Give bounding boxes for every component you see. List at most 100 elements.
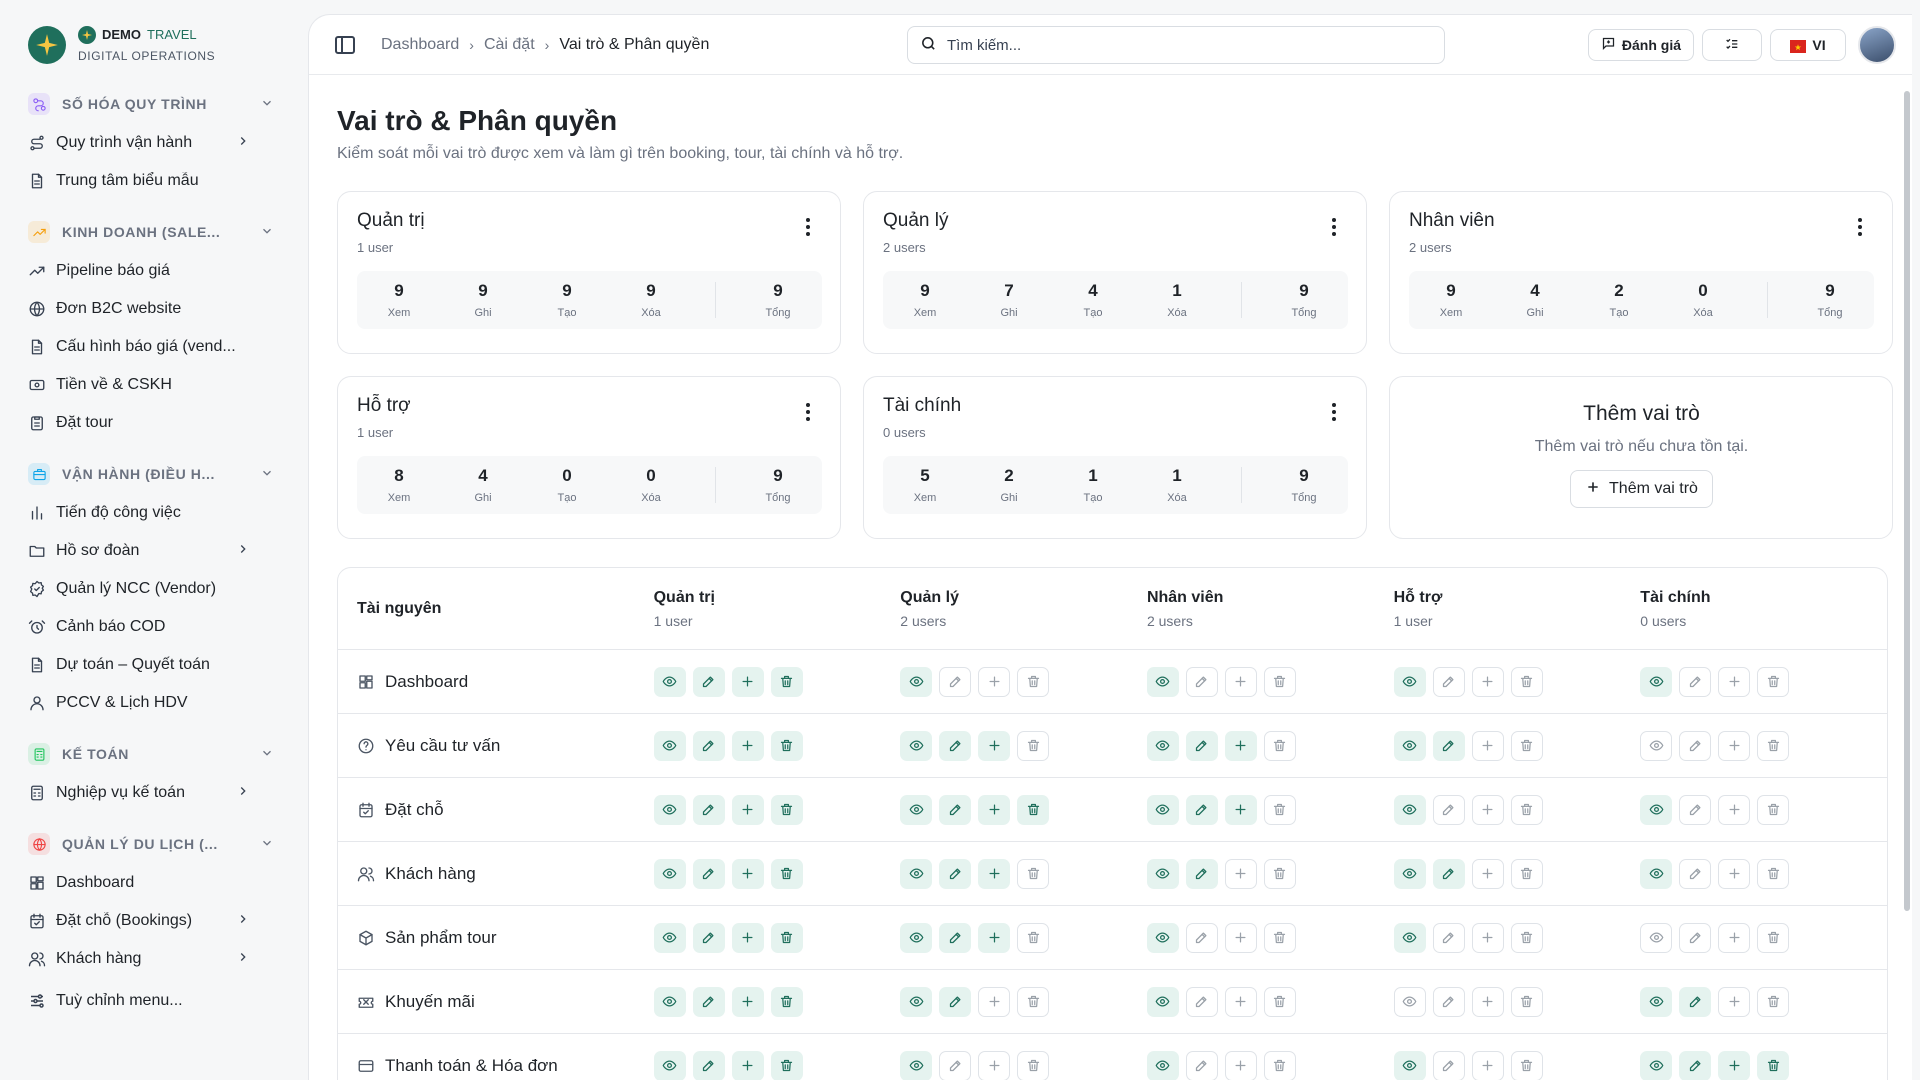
create-permission-icon[interactable]	[731, 1050, 764, 1080]
create-permission-icon[interactable]	[731, 730, 764, 761]
delete-permission-icon[interactable]	[1757, 730, 1790, 761]
delete-permission-icon[interactable]	[1017, 730, 1050, 761]
search-input[interactable]: Tìm kiếm...	[907, 26, 1445, 64]
view-permission-icon[interactable]	[1640, 730, 1673, 761]
create-permission-icon[interactable]	[978, 858, 1011, 889]
edit-permission-icon[interactable]	[1432, 858, 1465, 889]
edit-permission-icon[interactable]	[1679, 1050, 1712, 1080]
user-avatar[interactable]	[1858, 26, 1896, 64]
sidebar-item[interactable]: Trung tâm biểu mẫu	[28, 162, 282, 200]
delete-permission-icon[interactable]	[770, 730, 803, 761]
edit-permission-icon[interactable]	[939, 794, 972, 825]
create-permission-icon[interactable]	[731, 986, 764, 1017]
delete-permission-icon[interactable]	[1017, 1050, 1050, 1080]
add-role-button[interactable]: Thêm vai trò	[1570, 470, 1713, 508]
create-permission-icon[interactable]	[1471, 1050, 1504, 1080]
delete-permission-icon[interactable]	[1263, 730, 1296, 761]
create-permission-icon[interactable]	[978, 666, 1011, 697]
create-permission-icon[interactable]	[978, 794, 1011, 825]
edit-permission-icon[interactable]	[692, 858, 725, 889]
delete-permission-icon[interactable]	[1263, 986, 1296, 1017]
create-permission-icon[interactable]	[1471, 730, 1504, 761]
delete-permission-icon[interactable]	[1263, 858, 1296, 889]
edit-permission-icon[interactable]	[692, 794, 725, 825]
view-permission-icon[interactable]	[653, 858, 686, 889]
create-permission-icon[interactable]	[1224, 666, 1257, 697]
delete-permission-icon[interactable]	[1510, 858, 1543, 889]
create-permission-icon[interactable]	[1471, 794, 1504, 825]
more-options-icon[interactable]	[1332, 218, 1336, 236]
view-permission-icon[interactable]	[1146, 858, 1179, 889]
edit-permission-icon[interactable]	[1432, 1050, 1465, 1080]
customize-menu-button[interactable]: Tuỳ chỉnh menu...	[28, 982, 282, 1020]
sidebar-toggle-icon[interactable]	[333, 33, 357, 57]
delete-permission-icon[interactable]	[770, 666, 803, 697]
sidebar-item[interactable]: Tiền về & CSKH	[28, 366, 282, 404]
more-options-icon[interactable]	[1858, 218, 1862, 236]
sidebar-item[interactable]: Đơn B2C website	[28, 290, 282, 328]
sidebar-section-header[interactable]: KẾ TOÁN	[28, 734, 282, 774]
view-permission-icon[interactable]	[1393, 730, 1426, 761]
create-permission-icon[interactable]	[1718, 730, 1751, 761]
create-permission-icon[interactable]	[1471, 858, 1504, 889]
edit-permission-icon[interactable]	[692, 922, 725, 953]
delete-permission-icon[interactable]	[1757, 794, 1790, 825]
edit-permission-icon[interactable]	[1432, 922, 1465, 953]
sidebar-section-header[interactable]: SỐ HÓA QUY TRÌNH	[28, 84, 282, 124]
sidebar-item[interactable]: Hồ sơ đoàn	[28, 532, 282, 570]
sidebar-item[interactable]: Cảnh báo COD	[28, 608, 282, 646]
view-permission-icon[interactable]	[653, 666, 686, 697]
sidebar-item[interactable]: Nghiệp vụ kế toán	[28, 774, 282, 812]
view-permission-icon[interactable]	[1146, 922, 1179, 953]
edit-permission-icon[interactable]	[939, 1050, 972, 1080]
create-permission-icon[interactable]	[978, 730, 1011, 761]
more-options-icon[interactable]	[806, 218, 810, 236]
sidebar-item[interactable]: Dashboard	[28, 864, 282, 902]
delete-permission-icon[interactable]	[1263, 1050, 1296, 1080]
delete-permission-icon[interactable]	[1757, 666, 1790, 697]
view-permission-icon[interactable]	[1393, 1050, 1426, 1080]
edit-permission-icon[interactable]	[1185, 730, 1218, 761]
create-permission-icon[interactable]	[1224, 858, 1257, 889]
create-permission-icon[interactable]	[1224, 986, 1257, 1017]
edit-permission-icon[interactable]	[939, 730, 972, 761]
view-permission-icon[interactable]	[900, 986, 933, 1017]
view-permission-icon[interactable]	[653, 922, 686, 953]
view-permission-icon[interactable]	[1640, 666, 1673, 697]
view-permission-icon[interactable]	[1146, 730, 1179, 761]
create-permission-icon[interactable]	[731, 858, 764, 889]
delete-permission-icon[interactable]	[1757, 922, 1790, 953]
edit-permission-icon[interactable]	[1185, 858, 1218, 889]
view-permission-icon[interactable]	[1640, 794, 1673, 825]
edit-permission-icon[interactable]	[1679, 858, 1712, 889]
create-permission-icon[interactable]	[1224, 1050, 1257, 1080]
edit-permission-icon[interactable]	[1679, 730, 1712, 761]
sidebar-section-header[interactable]: QUẢN LÝ DU LỊCH (...	[28, 824, 282, 864]
checklist-button[interactable]	[1702, 29, 1762, 61]
edit-permission-icon[interactable]	[1679, 666, 1712, 697]
view-permission-icon[interactable]	[653, 794, 686, 825]
delete-permission-icon[interactable]	[1757, 1050, 1790, 1080]
feedback-button[interactable]: Đánh giá	[1587, 29, 1694, 61]
create-permission-icon[interactable]	[1224, 794, 1257, 825]
edit-permission-icon[interactable]	[1185, 666, 1218, 697]
create-permission-icon[interactable]	[1224, 922, 1257, 953]
sidebar-section-header[interactable]: VẬN HÀNH (ĐIỀU H...	[28, 454, 282, 494]
breadcrumb-dashboard[interactable]: Dashboard	[381, 36, 459, 54]
create-permission-icon[interactable]	[1471, 922, 1504, 953]
more-options-icon[interactable]	[806, 403, 810, 421]
edit-permission-icon[interactable]	[692, 986, 725, 1017]
delete-permission-icon[interactable]	[1510, 730, 1543, 761]
delete-permission-icon[interactable]	[1510, 986, 1543, 1017]
edit-permission-icon[interactable]	[692, 666, 725, 697]
edit-permission-icon[interactable]	[939, 986, 972, 1017]
create-permission-icon[interactable]	[731, 922, 764, 953]
create-permission-icon[interactable]	[978, 922, 1011, 953]
view-permission-icon[interactable]	[1640, 1050, 1673, 1080]
view-permission-icon[interactable]	[653, 986, 686, 1017]
language-button[interactable]: VI	[1770, 29, 1846, 61]
edit-permission-icon[interactable]	[1432, 794, 1465, 825]
edit-permission-icon[interactable]	[1432, 730, 1465, 761]
view-permission-icon[interactable]	[1146, 794, 1179, 825]
edit-permission-icon[interactable]	[1185, 922, 1218, 953]
